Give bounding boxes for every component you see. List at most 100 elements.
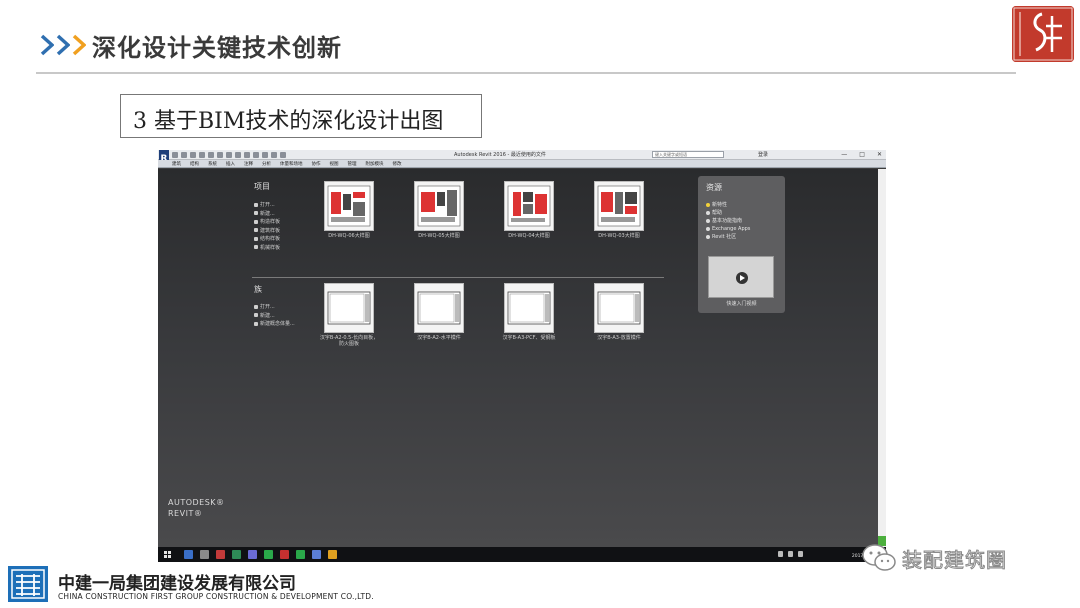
new-family-link[interactable]: 新建... xyxy=(254,312,295,319)
recent-files-page: 项目 打开... 新建... 构造样板 建筑样板 结构样板 机械样板 DH-WQ… xyxy=(158,169,878,547)
ribbon-tab[interactable]: 插入 xyxy=(226,161,235,167)
switch-windows-icon[interactable] xyxy=(280,152,286,158)
open-family-link[interactable]: 打开... xyxy=(254,303,295,310)
exchange-apps-link[interactable]: Exchange Apps xyxy=(706,225,750,232)
ribbon-tab[interactable]: 分析 xyxy=(262,161,271,167)
ribbon-tab[interactable]: 注释 xyxy=(244,161,253,167)
open-project-link[interactable]: 打开... xyxy=(254,201,280,208)
taskbar-app-icon[interactable] xyxy=(216,550,225,559)
link-label: 打开... xyxy=(260,304,275,310)
star-icon xyxy=(706,202,710,207)
recent-family-thumb[interactable] xyxy=(594,283,644,333)
recent-family-label[interactable]: 汉宇B-A3-PCF、受钢板 xyxy=(498,335,560,341)
apps-icon xyxy=(706,226,710,231)
recent-project-thumb[interactable] xyxy=(594,181,644,231)
minimize-button[interactable]: — xyxy=(841,151,847,158)
volume-icon[interactable] xyxy=(788,551,793,557)
taskbar-app-icon[interactable] xyxy=(264,550,273,559)
seal-logo xyxy=(1012,6,1074,62)
template-link[interactable]: 机械样板 xyxy=(254,244,280,251)
window-controls: — □ ✕ xyxy=(841,151,882,158)
recent-project-thumb[interactable] xyxy=(504,181,554,231)
section-icon[interactable] xyxy=(253,152,259,158)
taskbar-app-icon[interactable] xyxy=(232,550,241,559)
book-icon xyxy=(706,218,710,223)
help-link[interactable]: 帮助 xyxy=(706,209,750,216)
search-input[interactable]: 键入关键字或短语 xyxy=(652,151,724,158)
thin-lines-icon[interactable] xyxy=(262,152,268,158)
whats-new-link[interactable]: 新特性 xyxy=(706,201,750,208)
undo-icon[interactable] xyxy=(190,152,196,158)
taskbar-app-icon[interactable] xyxy=(184,550,193,559)
tag-icon[interactable] xyxy=(226,152,232,158)
watermark-text: 装配建筑圈 xyxy=(902,547,1007,572)
quickstart-video-thumb[interactable] xyxy=(708,256,774,298)
recent-project-thumb[interactable] xyxy=(324,181,374,231)
print-icon[interactable] xyxy=(208,152,214,158)
ribbon-tab[interactable]: 建筑 xyxy=(172,161,181,167)
subtitle-box: 3 基于BIM技术的深化设计出图 xyxy=(120,94,482,138)
autodesk-brand: AUTODESK® xyxy=(168,498,225,507)
open-icon[interactable] xyxy=(172,152,178,158)
essentials-link[interactable]: 基本功能指南 xyxy=(706,217,750,224)
families-heading: 族 xyxy=(254,285,262,294)
recent-family-label[interactable]: 汉宇B-A3-放置模件 xyxy=(588,335,650,341)
link-label: 结构样板 xyxy=(260,236,281,242)
template-link[interactable]: 构造样板 xyxy=(254,218,280,225)
save-icon[interactable] xyxy=(181,152,187,158)
recent-family-label[interactable]: 汉宇B-A2-0.5-长向目板，防火图板 xyxy=(318,335,380,347)
windows-start-icon[interactable] xyxy=(164,551,171,558)
ribbon-tab[interactable]: 视图 xyxy=(330,161,339,167)
recent-family-thumb[interactable] xyxy=(324,283,374,333)
battery-icon[interactable] xyxy=(798,551,803,557)
taskbar-app-icon[interactable] xyxy=(248,550,257,559)
resource-label: 基本功能指南 xyxy=(712,218,743,224)
recent-family-thumb[interactable] xyxy=(414,283,464,333)
quickstart-video-label[interactable]: 快速入门视频 xyxy=(698,300,785,307)
ribbon-tab[interactable]: 体量和场地 xyxy=(280,161,303,167)
taskbar-app-icon[interactable] xyxy=(328,550,337,559)
new-project-link[interactable]: 新建... xyxy=(254,210,280,217)
recent-project-label[interactable]: DH-WQ-06大样图 xyxy=(318,233,380,239)
recent-family-thumb[interactable] xyxy=(504,283,554,333)
windows-taskbar: 13:48 2017-10-12 xyxy=(158,547,886,562)
ribbon-tab[interactable]: 附加模块 xyxy=(366,161,384,167)
recent-project-thumb[interactable] xyxy=(414,181,464,231)
subtitle-text: 3 基于BIM技术的深化设计出图 xyxy=(133,109,444,134)
taskbar-app-icon[interactable] xyxy=(200,550,209,559)
redo-icon[interactable] xyxy=(199,152,205,158)
recent-project-label[interactable]: DH-WQ-05大样图 xyxy=(408,233,470,239)
taskbar-apps xyxy=(184,550,337,559)
ribbon-tab[interactable]: 管理 xyxy=(348,161,357,167)
maximize-button[interactable]: □ xyxy=(859,151,865,158)
families-links: 打开... 新建... 新建概念体量... xyxy=(254,303,295,327)
slide-header: 深化设计关键技术创新 xyxy=(0,0,1080,80)
template-link[interactable]: 建筑样板 xyxy=(254,227,280,234)
link-label: 新建概念体量... xyxy=(260,321,295,327)
text-icon[interactable] xyxy=(235,152,241,158)
resource-label: 新特性 xyxy=(712,202,728,208)
view-3d-icon[interactable] xyxy=(244,152,250,158)
taskbar-app-icon[interactable] xyxy=(280,550,289,559)
app-title: Autodesk Revit 2016 - 最近使用的文件 xyxy=(454,152,546,158)
resources-panel: 资源 新特性 帮助 基本功能指南 Exchange Apps Revit 社区 … xyxy=(698,176,785,313)
template-link[interactable]: 结构样板 xyxy=(254,235,280,242)
community-link[interactable]: Revit 社区 xyxy=(706,233,750,240)
network-icon[interactable] xyxy=(778,551,783,557)
recent-project-label[interactable]: DH-WQ-04大样图 xyxy=(498,233,560,239)
login-button[interactable]: 登录 xyxy=(758,151,768,158)
close-hidden-icon[interactable] xyxy=(271,152,277,158)
measure-icon[interactable] xyxy=(217,152,223,158)
ribbon-tab[interactable]: 修改 xyxy=(393,161,402,167)
close-button[interactable]: ✕ xyxy=(877,151,882,158)
vertical-scrollbar[interactable] xyxy=(878,169,886,547)
ribbon-tab[interactable]: 协作 xyxy=(312,161,321,167)
recent-family-label[interactable]: 汉宇B-A2-水平模件 xyxy=(408,335,470,341)
new-mass-link[interactable]: 新建概念体量... xyxy=(254,320,295,327)
ribbon-tab[interactable]: 系统 xyxy=(208,161,217,167)
taskbar-app-icon[interactable] xyxy=(312,550,321,559)
ribbon-tab[interactable]: 结构 xyxy=(190,161,199,167)
taskbar-app-icon[interactable] xyxy=(296,550,305,559)
recent-project-label[interactable]: DH-WQ-03大样图 xyxy=(588,233,650,239)
community-icon xyxy=(706,234,710,239)
